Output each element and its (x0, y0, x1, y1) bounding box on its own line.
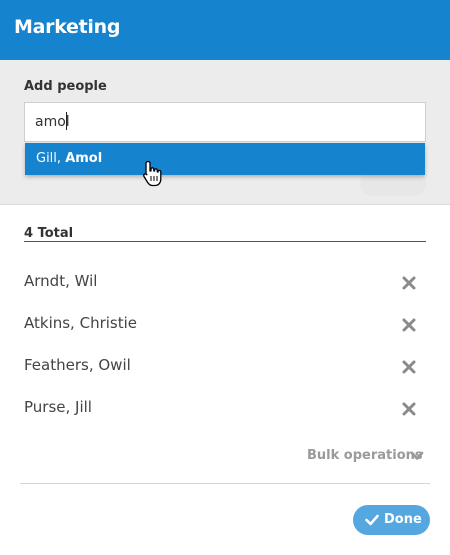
bulk-operations-link[interactable]: Bulk operations (307, 448, 423, 463)
list-item: Purse, Jill (0, 386, 450, 428)
close-icon[interactable] (401, 275, 417, 291)
person-name: Feathers, Owil (24, 356, 131, 374)
done-button-label: Done (384, 512, 422, 527)
person-name: Arndt, Wil (24, 272, 98, 290)
add-people-section: Add people (0, 60, 450, 205)
text-caret (66, 112, 67, 130)
chevron-down-icon[interactable] (410, 450, 424, 462)
add-people-label: Add people (24, 79, 107, 94)
footer-divider (20, 483, 430, 484)
done-button[interactable]: Done (353, 505, 430, 535)
list-item: Atkins, Christie (0, 302, 450, 344)
suggestion-first-name: Amol (65, 151, 103, 166)
suggestion-text: Gill, Amol (36, 151, 102, 166)
dialog-header: Marketing (0, 0, 450, 60)
people-search-input[interactable] (24, 102, 426, 142)
person-name: Atkins, Christie (24, 314, 137, 332)
close-icon[interactable] (401, 359, 417, 375)
check-icon (365, 514, 379, 526)
dialog-title: Marketing (14, 16, 121, 38)
hand-pointer-icon (143, 160, 162, 187)
list-item: Arndt, Wil (0, 260, 450, 302)
list-item: Feathers, Owil (0, 344, 450, 386)
close-icon[interactable] (401, 401, 417, 417)
person-name: Purse, Jill (24, 398, 92, 416)
total-count-row: 4 Total (24, 222, 426, 242)
close-icon[interactable] (401, 317, 417, 333)
search-suggestion-item[interactable]: Gill, Amol (25, 143, 425, 175)
total-count-label: 4 Total (24, 226, 74, 241)
suggestion-last-name: Gill, (36, 151, 62, 166)
